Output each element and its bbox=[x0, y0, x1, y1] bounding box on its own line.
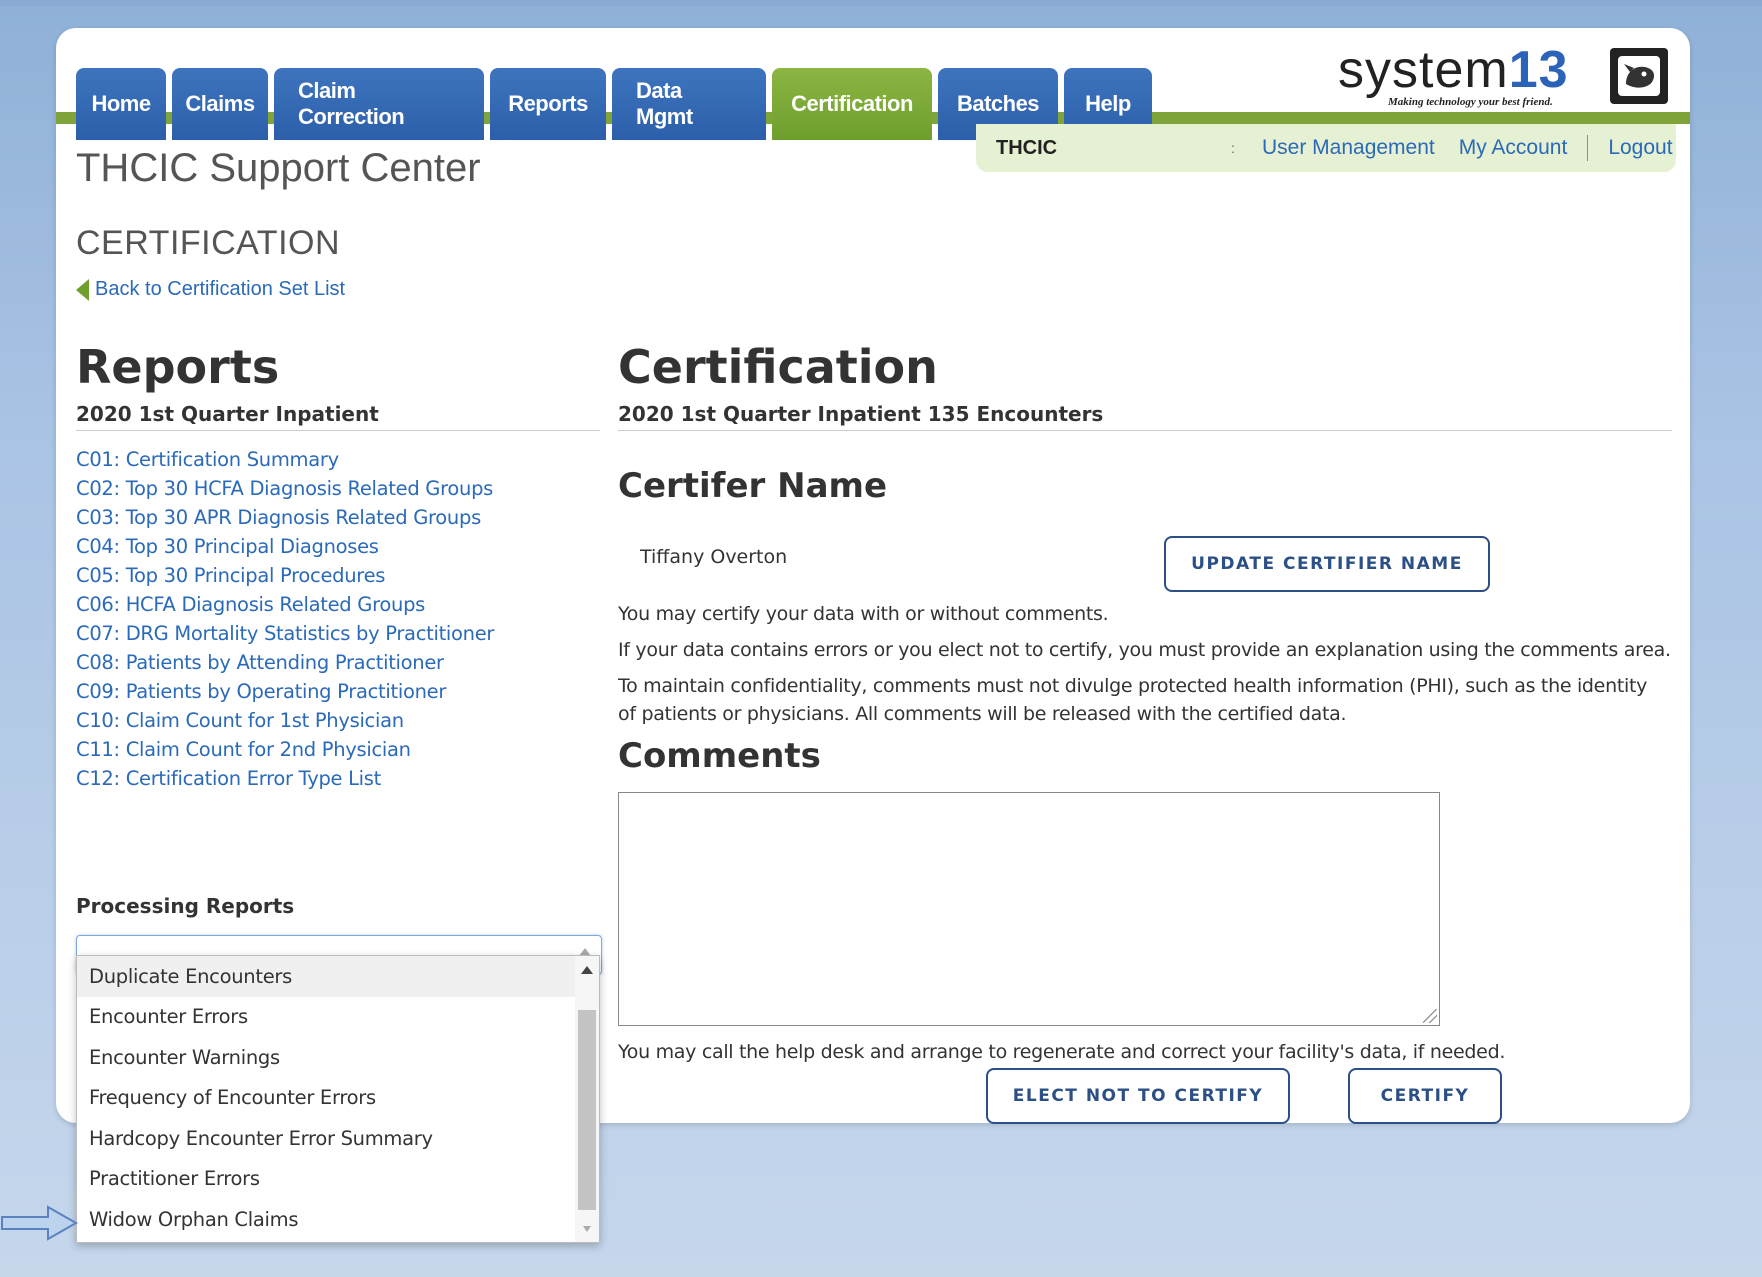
tab-claim-correction[interactable]: Claim Correction bbox=[274, 68, 484, 140]
page-title: THCIC Support Center bbox=[76, 146, 481, 190]
util-divider bbox=[1587, 135, 1589, 161]
tab-certification[interactable]: Certification bbox=[772, 68, 932, 140]
reports-heading: Reports bbox=[76, 340, 280, 394]
report-link-c11[interactable]: C11: Claim Count for 2nd Physician bbox=[76, 735, 600, 764]
report-link-c07[interactable]: C07: DRG Mortality Statistics by Practit… bbox=[76, 619, 600, 648]
back-arrow-icon bbox=[76, 278, 89, 301]
reports-column: Reports 2020 1st Quarter Inpatient C01: … bbox=[76, 340, 600, 793]
dropdown-option-encounter-errors[interactable]: Encounter Errors bbox=[77, 997, 599, 1038]
dropdown-option-duplicate-encounters[interactable]: Duplicate Encounters bbox=[77, 956, 599, 997]
comments-heading: Comments bbox=[618, 736, 821, 776]
report-link-c03[interactable]: C03: Top 30 APR Diagnosis Related Groups bbox=[76, 503, 600, 532]
help-desk-note: You may call the help desk and arrange t… bbox=[618, 1041, 1506, 1063]
report-list: C01: Certification Summary C02: Top 30 H… bbox=[76, 445, 600, 793]
user-management-link[interactable]: User Management bbox=[1262, 136, 1435, 160]
dropdown-option-practitioner-errors[interactable]: Practitioner Errors bbox=[77, 1159, 599, 1200]
certify-button[interactable]: CERTIFY bbox=[1348, 1068, 1502, 1124]
certification-subheading: 2020 1st Quarter Inpatient 135 Encounter… bbox=[618, 402, 1672, 431]
report-link-c09[interactable]: C09: Patients by Operating Practitioner bbox=[76, 677, 600, 706]
report-link-c08[interactable]: C08: Patients by Attending Practitioner bbox=[76, 648, 600, 677]
util-links: User Management My Account Logout bbox=[1262, 135, 1673, 161]
scrollbar-thumb[interactable] bbox=[578, 1010, 596, 1210]
logo-tagline: Making technology your best friend. bbox=[1388, 96, 1553, 108]
dropdown-option-frequency-of-encounter-errors[interactable]: Frequency of Encounter Errors bbox=[77, 1078, 599, 1119]
certifier-name-value: Tiffany Overton bbox=[640, 546, 788, 568]
update-certifier-name-button[interactable]: UPDATE CERTIFIER NAME bbox=[1164, 536, 1490, 592]
top-strip bbox=[0, 0, 1762, 6]
dropdown-option-widow-orphan-claims[interactable]: Widow Orphan Claims bbox=[77, 1199, 599, 1240]
report-link-c01[interactable]: C01: Certification Summary bbox=[76, 445, 600, 474]
tab-home[interactable]: Home bbox=[76, 68, 166, 140]
reports-subheading: 2020 1st Quarter Inpatient bbox=[76, 402, 600, 431]
explanation-required-text: If your data contains errors or you elec… bbox=[618, 639, 1671, 661]
certification-column: Certification 2020 1st Quarter Inpatient… bbox=[618, 340, 1672, 1124]
my-account-link[interactable]: My Account bbox=[1459, 136, 1568, 160]
back-to-certification-set-list-link[interactable]: Back to Certification Set List bbox=[76, 278, 345, 301]
resize-grip-icon[interactable] bbox=[1423, 1009, 1437, 1023]
scroll-up-arrow-icon[interactable] bbox=[581, 966, 593, 974]
processing-reports-heading: Processing Reports bbox=[76, 894, 295, 918]
tab-claims[interactable]: Claims bbox=[172, 68, 268, 140]
logo-wordmark: system13 bbox=[1338, 41, 1569, 99]
scroll-down-arrow-icon[interactable] bbox=[583, 1226, 591, 1232]
confidentiality-text: To maintain confidentiality, comments mu… bbox=[618, 675, 1648, 725]
util-separator: : bbox=[1231, 140, 1235, 156]
utility-bar: THCIC : User Management My Account Logou… bbox=[976, 124, 1676, 172]
org-label: THCIC bbox=[996, 136, 1058, 159]
section-title: CERTIFICATION bbox=[76, 224, 341, 262]
report-link-c12[interactable]: C12: Certification Error Type List bbox=[76, 764, 600, 793]
report-link-c04[interactable]: C04: Top 30 Principal Diagnoses bbox=[76, 532, 600, 561]
dropdown-option-encounter-warnings[interactable]: Encounter Warnings bbox=[77, 1037, 599, 1078]
comments-textarea[interactable] bbox=[618, 792, 1440, 1026]
report-link-c10[interactable]: C10: Claim Count for 1st Physician bbox=[76, 706, 600, 735]
report-link-c02[interactable]: C02: Top 30 HCFA Diagnosis Related Group… bbox=[76, 474, 600, 503]
elect-not-to-certify-button[interactable]: ELECT NOT TO CERTIFY bbox=[986, 1068, 1290, 1124]
tab-reports[interactable]: Reports bbox=[490, 68, 606, 140]
dog-logo-icon bbox=[1610, 48, 1668, 104]
logout-link[interactable]: Logout bbox=[1608, 136, 1672, 160]
back-link-label: Back to Certification Set List bbox=[95, 278, 346, 300]
tab-data-mgmt[interactable]: Data Mgmt bbox=[612, 68, 766, 140]
certifier-name-heading: Certifer Name bbox=[618, 466, 888, 506]
dropdown-option-hardcopy-encounter-error-summary[interactable]: Hardcopy Encounter Error Summary bbox=[77, 1118, 599, 1159]
dropdown-scrollbar[interactable] bbox=[575, 956, 599, 1242]
certification-heading: Certification bbox=[618, 340, 938, 394]
report-link-c05[interactable]: C05: Top 30 Principal Procedures bbox=[76, 561, 600, 590]
processing-reports-dropdown-list[interactable]: Duplicate Encounters Encounter Errors En… bbox=[76, 955, 600, 1243]
system13-logo[interactable]: system13 Making technology your best fri… bbox=[1338, 41, 1668, 114]
report-link-c06[interactable]: C06: HCFA Diagnosis Related Groups bbox=[76, 590, 600, 619]
certify-info-text: You may certify your data with or withou… bbox=[618, 603, 1109, 625]
pointer-arrow-icon bbox=[1, 1205, 79, 1241]
